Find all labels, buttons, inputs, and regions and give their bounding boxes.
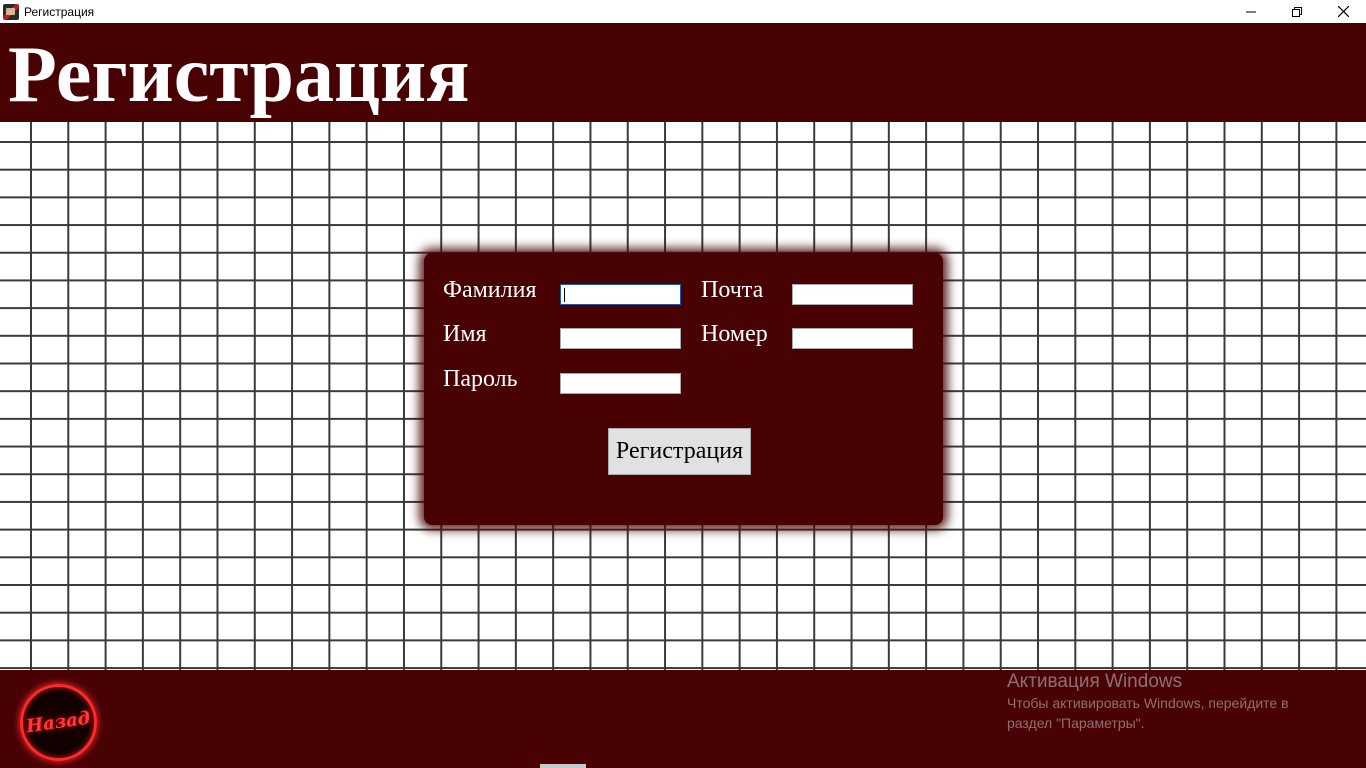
password-label: Пароль [443,366,518,392]
phone-label: Номер [701,321,768,347]
first-name-label: Имя [443,321,487,347]
register-button[interactable]: Регистрация [608,428,751,475]
taskbar-edge [540,764,586,768]
close-icon [1337,6,1349,17]
last-name-label: Фамилия [443,277,537,303]
text-caret [564,288,565,302]
first-name-input[interactable] [560,328,681,349]
activation-watermark: Активация Windows Чтобы активировать Win… [1007,671,1289,733]
registration-form: Фамилия Имя Пароль Почта Номер Регистрац… [424,253,943,525]
page-header: Регистрация [0,23,1366,122]
back-button[interactable]: Назад [20,684,97,761]
page-title: Регистрация [8,31,470,119]
password-input[interactable] [560,373,681,394]
close-button[interactable] [1320,0,1366,23]
restore-icon [1292,6,1302,17]
email-label: Почта [701,277,764,303]
watermark-line-1: Чтобы активировать Windows, перейдите в [1007,695,1289,711]
phone-input[interactable] [792,328,913,349]
email-input[interactable] [792,284,913,305]
app-icon [3,3,19,20]
watermark-line-2: раздел "Параметры". [1007,715,1145,731]
minimize-icon [1246,11,1256,12]
back-label: Назад [25,707,92,738]
window-titlebar: Регистрация [0,0,1366,23]
last-name-input[interactable] [560,284,681,305]
window-controls [1228,0,1366,23]
minimize-button[interactable] [1228,0,1274,23]
restore-button[interactable] [1274,0,1320,23]
window-title: Регистрация [24,4,95,19]
watermark-title: Активация Windows [1007,671,1183,692]
